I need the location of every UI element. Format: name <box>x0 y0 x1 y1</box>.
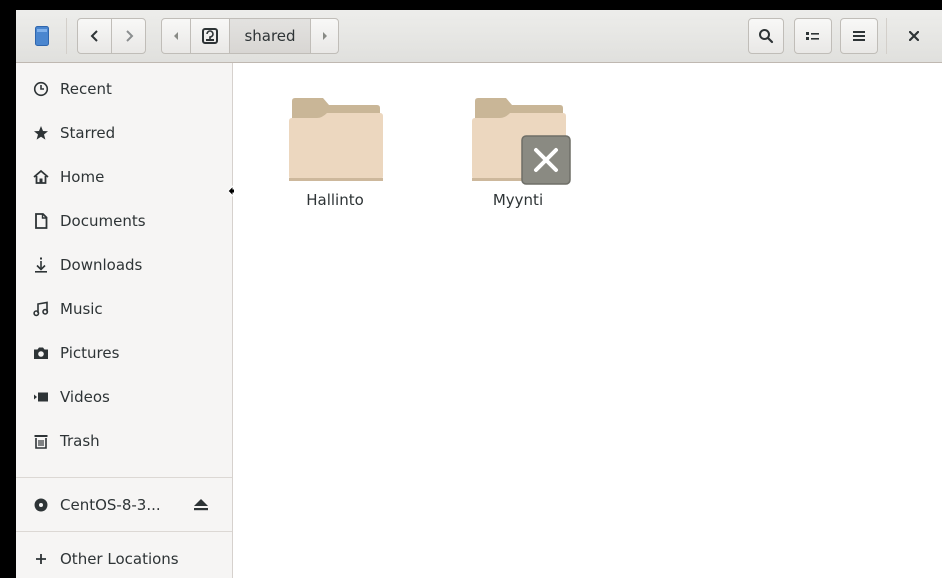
camera-icon <box>31 343 51 363</box>
unreadable-emblem-icon <box>521 135 571 185</box>
header-separator-right <box>886 18 887 54</box>
search-button[interactable] <box>748 18 784 54</box>
video-icon <box>31 387 51 407</box>
sidebar-divider <box>16 477 232 478</box>
top-panel <box>0 0 942 10</box>
path-segment-label: shared <box>244 27 296 45</box>
path-scroll-right-button[interactable] <box>310 18 339 54</box>
sidebar-item-label: Pictures <box>60 344 120 362</box>
folder-name: Hallinto <box>306 191 364 209</box>
home-icon <box>31 167 51 187</box>
file-manager-window: shared Recent Starred Home Documents Dow… <box>16 10 942 578</box>
clock-icon <box>31 79 51 99</box>
sidebar-item-device[interactable]: CentOS-8-3... <box>16 483 232 527</box>
sidebar-item-trash[interactable]: Trash <box>16 419 232 463</box>
sidebar-item-label: Documents <box>60 212 146 230</box>
path-root-button[interactable] <box>190 18 230 54</box>
sidebar-item-label: Other Locations <box>60 550 179 568</box>
sidebar-item-pictures[interactable]: Pictures <box>16 331 232 375</box>
eject-icon[interactable] <box>191 495 211 515</box>
sidebar-item-label: CentOS-8-3... <box>60 496 161 514</box>
close-window-button[interactable] <box>896 18 932 54</box>
sidebar-item-home[interactable]: Home <box>16 155 232 199</box>
sidebar-item-label: Home <box>60 168 105 186</box>
view-toggle-button[interactable] <box>794 18 832 54</box>
sidebar-item-documents[interactable]: Documents <box>16 199 232 243</box>
path-segment-shared[interactable]: shared <box>229 18 311 54</box>
document-icon <box>31 211 51 231</box>
path-scroll-left-button[interactable] <box>161 18 191 54</box>
star-icon <box>31 123 51 143</box>
hamburger-menu-icon <box>853 31 865 41</box>
sidebar-item-starred[interactable]: Starred <box>16 111 232 155</box>
plus-icon <box>31 549 51 569</box>
sidebar-item-music[interactable]: Music <box>16 287 232 331</box>
search-icon <box>759 29 774 44</box>
folder-name: Myynti <box>492 191 544 209</box>
chevron-left-icon <box>90 30 98 42</box>
chevron-right-icon <box>125 30 133 42</box>
sidebar-item-label: Starred <box>60 124 116 142</box>
sidebar-item-label: Downloads <box>60 256 143 274</box>
sidebar-item-label: Music <box>60 300 103 318</box>
close-icon <box>909 31 919 41</box>
sidebar-item-label: Trash <box>60 432 100 450</box>
sidebar-item-videos[interactable]: Videos <box>16 375 232 419</box>
disc-icon <box>31 495 51 515</box>
drive-icon <box>202 28 218 44</box>
sidebar-divider <box>16 531 232 532</box>
list-view-icon <box>806 32 819 40</box>
places-sidebar: Recent Starred Home Documents Downloads <box>16 63 233 578</box>
menu-button[interactable] <box>840 18 878 54</box>
arrow-right-icon <box>322 32 327 40</box>
forward-button[interactable] <box>111 18 146 54</box>
header-separator <box>66 18 67 54</box>
download-icon <box>31 255 51 275</box>
folder-item[interactable]: Myynti <box>458 63 578 223</box>
arrow-left-icon <box>174 32 178 40</box>
sidebar-item-downloads[interactable]: Downloads <box>16 243 232 287</box>
folder-item[interactable]: Hallinto <box>275 63 395 223</box>
sidebar-item-other-locations[interactable]: Other Locations <box>16 537 232 578</box>
back-button[interactable] <box>77 18 112 54</box>
header-bar: shared <box>16 10 942 63</box>
sidebar-item-recent[interactable]: Recent <box>16 67 232 111</box>
sidebar-item-label: Recent <box>60 80 112 98</box>
file-view: Hallinto Myynti <box>234 63 942 578</box>
folder-icon <box>289 98 383 181</box>
music-icon <box>31 299 51 319</box>
sidebar-item-label: Videos <box>60 388 110 406</box>
trash-icon <box>31 431 51 451</box>
app-icon <box>35 26 49 46</box>
